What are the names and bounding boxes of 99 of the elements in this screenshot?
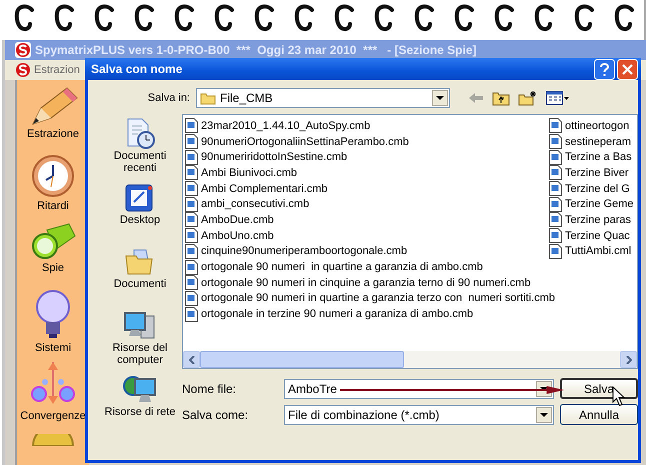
cancel-button[interactable]: Annulla bbox=[560, 404, 638, 425]
close-icon[interactable] bbox=[617, 58, 638, 80]
place-item[interactable]: Risorse del computer bbox=[98, 310, 182, 370]
file-name[interactable]: sestineperam bbox=[565, 136, 632, 148]
logo-icon bbox=[15, 42, 31, 58]
file-name-label: Nome file: bbox=[182, 382, 238, 396]
menu-item[interactable]: Estrazion bbox=[34, 64, 80, 76]
file-name[interactable]: ortogonale 90 numeri in quartine a garanzia di ambo.cmb bbox=[201, 261, 483, 274]
binding-ring bbox=[14, 4, 36, 34]
file-name[interactable]: Ambi Complementari.cmb bbox=[201, 182, 328, 195]
place-item[interactable]: Documenti bbox=[98, 246, 182, 306]
file-icon bbox=[549, 165, 562, 180]
file-name[interactable]: cinquine90numeriperamboortogonale.cmb bbox=[201, 245, 408, 258]
file-icon bbox=[549, 118, 562, 134]
file-icon bbox=[185, 212, 198, 228]
binding-ring bbox=[54, 4, 76, 34]
folder-dropdown[interactable]: File_CMB bbox=[196, 88, 450, 108]
file-icon bbox=[549, 196, 562, 212]
sidebar-label[interactable]: Sistemi bbox=[34, 342, 72, 354]
file-name[interactable]: Terzine Geme bbox=[565, 198, 634, 210]
file-name[interactable]: ortogonale in terzine 90 numeri a garaniza di ambo.cmb bbox=[201, 308, 474, 320]
binding-ring bbox=[454, 4, 476, 34]
file-name[interactable]: ortogonale 90 numeri in quartine a garanzia terzo con numeri sortiti.cmb bbox=[201, 292, 556, 304]
file-icon bbox=[185, 228, 198, 244]
file-icon bbox=[549, 244, 562, 259]
new-folder-icon[interactable] bbox=[518, 90, 538, 106]
file-name[interactable]: Terzine del G bbox=[565, 182, 630, 195]
save-button[interactable]: Salva bbox=[560, 378, 638, 399]
save-as-label: Salva come: bbox=[182, 408, 250, 422]
sidebar-label[interactable]: Convergenze bbox=[20, 410, 86, 422]
binding-ring bbox=[94, 4, 116, 34]
binding-ring bbox=[174, 4, 196, 34]
file-icon bbox=[549, 134, 562, 150]
binding-ring bbox=[134, 4, 156, 34]
file-icon bbox=[549, 150, 562, 165]
binding-ring bbox=[574, 4, 596, 34]
file-icon bbox=[185, 196, 198, 212]
file-icon bbox=[185, 290, 198, 306]
file-icon bbox=[549, 212, 562, 228]
file-name[interactable]: TuttiAmbi.cml bbox=[565, 245, 632, 258]
file-name[interactable]: ambi_consecutivi.cmb bbox=[201, 198, 310, 210]
file-icon bbox=[185, 134, 198, 150]
place-item[interactable]: Desktop bbox=[98, 182, 182, 242]
file-name[interactable]: AmboDue.cmb bbox=[201, 214, 274, 226]
logo-icon bbox=[15, 62, 31, 78]
file-icon bbox=[549, 228, 562, 244]
file-icon bbox=[549, 181, 562, 196]
file-name[interactable]: 90numeriridottoInSestine.cmb bbox=[201, 151, 348, 164]
dropdown-arrow-icon bbox=[436, 96, 444, 100]
light-bulb-icon bbox=[35, 290, 71, 340]
save-in-label: Salva in: bbox=[146, 92, 191, 104]
file-icon bbox=[185, 118, 198, 134]
horizontal-scrollbar[interactable] bbox=[183, 351, 637, 368]
file-name[interactable]: 23mar2010_1.44.10_AutoSpy.cmb bbox=[201, 120, 370, 132]
file-icon bbox=[185, 275, 198, 290]
binding-ring bbox=[494, 4, 516, 34]
binding-ring bbox=[374, 4, 396, 34]
coin-icon bbox=[31, 434, 75, 446]
file-type-dropdown[interactable]: File di combinazione (*.cmb) bbox=[284, 404, 554, 424]
file-icon bbox=[185, 150, 198, 165]
sidebar-label[interactable]: Ritardi bbox=[37, 200, 69, 212]
sidebar-label[interactable]: Estrazione bbox=[27, 128, 79, 140]
file-name-field[interactable]: AmboTre bbox=[284, 378, 554, 398]
scroll-left-icon[interactable] bbox=[188, 356, 194, 364]
place-item[interactable]: Risorse di rete bbox=[98, 374, 182, 434]
binding-ring bbox=[614, 4, 636, 34]
file-name[interactable]: ortogonale 90 numeri in cinquine a garanzia terno di 90 numeri.cmb bbox=[201, 276, 531, 289]
dialog-title: Salva con nome bbox=[91, 62, 182, 76]
binding-ring bbox=[414, 4, 436, 34]
view-menu-icon[interactable] bbox=[546, 91, 570, 105]
file-name[interactable]: Terzine paras bbox=[565, 214, 632, 226]
place-item[interactable]: Documenti recenti bbox=[98, 118, 182, 178]
binding-ring bbox=[334, 4, 356, 34]
file-name[interactable]: 90numeriOrtogonaliinSettinaPerambo.cmb bbox=[201, 136, 409, 148]
folder-up-icon[interactable] bbox=[492, 90, 510, 106]
file-name[interactable]: Terzine a Bas bbox=[565, 151, 632, 164]
sidebar-label[interactable]: Spie bbox=[42, 262, 64, 274]
file-name[interactable]: Terzine Quac bbox=[565, 230, 630, 242]
file-name[interactable]: Terzine Biver bbox=[565, 166, 629, 179]
dropdown-arrow-icon bbox=[540, 412, 548, 416]
window-title: SpymatrixPLUS vers 1-0-PRO-B00 *** Oggi 23 mar 2010 *** - [Sezione Spie] bbox=[35, 43, 476, 57]
binding-ring bbox=[254, 4, 276, 34]
binding-ring bbox=[534, 4, 556, 34]
file-name[interactable]: ottineortogon bbox=[565, 120, 630, 132]
folder-icon bbox=[200, 91, 216, 105]
scroll-right-icon[interactable] bbox=[626, 356, 632, 364]
cursor-icon bbox=[612, 386, 625, 407]
binding-ring bbox=[214, 4, 236, 34]
help-icon[interactable] bbox=[594, 58, 615, 80]
file-icon bbox=[185, 165, 198, 180]
file-name[interactable]: Ambi Biunivoci.cmb bbox=[201, 166, 297, 179]
file-icon bbox=[185, 244, 198, 259]
file-icon bbox=[185, 181, 198, 196]
binding-ring bbox=[294, 4, 316, 34]
file-icon bbox=[185, 306, 198, 322]
file-icon bbox=[185, 260, 198, 275]
flashlight-icon bbox=[29, 222, 77, 260]
clock-icon bbox=[31, 154, 75, 198]
file-name[interactable]: AmboUno.cmb bbox=[201, 230, 274, 242]
